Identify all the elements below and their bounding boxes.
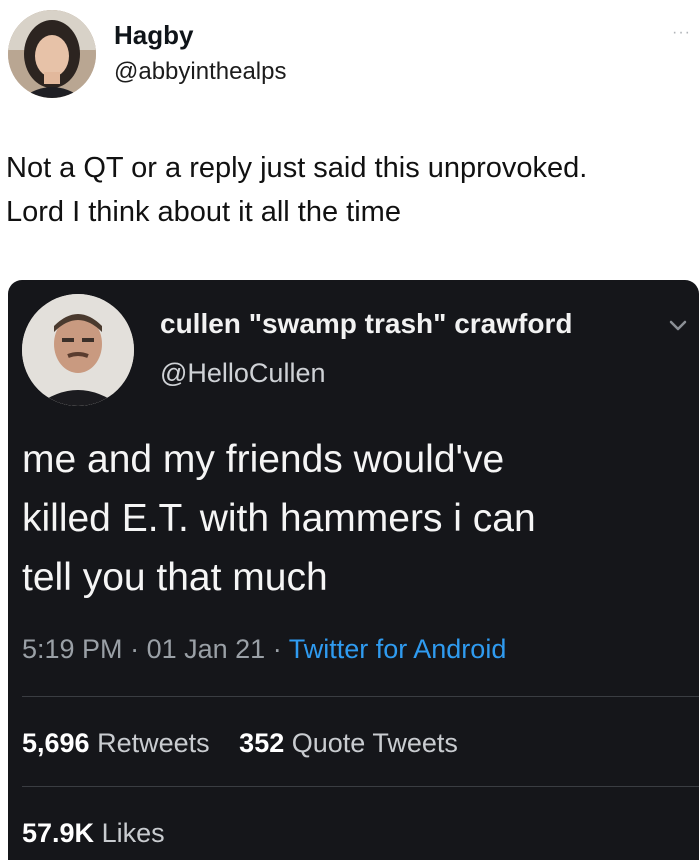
tweet-source-link[interactable]: Twitter for Android [289,634,507,664]
quoted-tweet-text: me and my friends would've killed E.T. w… [22,430,692,607]
more-dots-icon[interactable]: ··· [672,24,691,42]
quote-tweets-stat[interactable]: 352 Quote Tweets [239,728,458,759]
likes-count: 57.9K [22,818,95,848]
quoted-text-line: me and my friends would've [22,438,505,481]
retweets-stat[interactable]: 5,696 Retweets [22,728,210,759]
chevron-down-icon[interactable] [667,314,689,336]
tweet-text: Not a QT or a reply just said this unpro… [6,146,686,234]
tweet-text-line: Lord I think about it all the time [6,196,401,228]
quoted-display-name[interactable]: cullen "swamp trash" crawford [160,308,572,340]
quoted-user-handle[interactable]: @HelloCullen [160,358,325,389]
avatar-image [8,10,96,98]
avatar[interactable] [8,10,96,98]
quoted-text-line: killed E.T. with hammers i can [22,497,536,540]
meta-separator: · [272,634,282,664]
likes-label: Likes [101,818,165,848]
quoted-avatar[interactable] [22,294,134,406]
avatar-image [22,294,134,406]
engagement-stats: 5,696 Retweets 352 Quote Tweets [22,728,480,759]
divider [22,696,699,697]
outer-tweet-header: Hagby @abbyinthealps ··· [8,8,691,98]
meta-separator: · [130,634,140,664]
retweets-count: 5,696 [22,728,90,758]
likes-stat[interactable]: 57.9K Likes [22,818,165,849]
quote-tweets-count: 352 [239,728,285,758]
tweet-time[interactable]: 5:19 PM [22,634,123,664]
divider [22,786,699,787]
tweet-text-line: Not a QT or a reply just said this unpro… [6,152,588,184]
quoted-text-line: tell you that much [22,556,328,599]
display-name[interactable]: Hagby [114,20,193,51]
tweet-timestamp-row: 5:19 PM · 01 Jan 21 · Twitter for Androi… [22,634,506,665]
user-handle[interactable]: @abbyinthealps [114,58,286,86]
tweet-date[interactable]: 01 Jan 21 [147,634,266,664]
retweets-label: Retweets [97,728,210,758]
quoted-tweet-card[interactable]: cullen "swamp trash" crawford @HelloCull… [8,280,699,860]
quote-tweets-label: Quote Tweets [291,728,458,758]
